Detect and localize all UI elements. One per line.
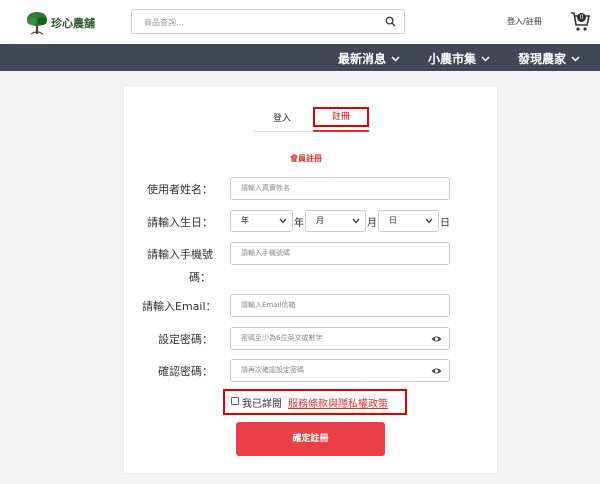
eye-icon[interactable] <box>431 335 442 343</box>
nav-item-farmers[interactable]: 發現農家 <box>518 50 580 67</box>
terms-privacy-link[interactable]: 服務條款與隱私權政策 <box>288 395 388 410</box>
day-unit: 日 <box>440 218 450 229</box>
tab-login[interactable]: 登入 <box>273 111 291 124</box>
nav-item-label: 最新消息 <box>338 52 387 66</box>
phone-label: 請輸入手機號 <box>147 248 213 261</box>
tree-logo-icon <box>27 12 47 35</box>
password-input[interactable]: 密碼至少為6位英文或數字 <box>230 327 450 350</box>
header: 珍心農舖 登入/註冊 0 <box>0 0 600 44</box>
phone-input[interactable]: 請輸入手機號碼 <box>230 242 450 265</box>
day-select[interactable]: 日 <box>378 210 439 232</box>
name-label: 使用者姓名： <box>147 183 213 196</box>
tab-register[interactable]: 註冊 <box>313 107 369 127</box>
form-title: 會員註冊 <box>290 154 322 163</box>
nav-item-news[interactable]: 最新消息 <box>338 50 400 67</box>
month-select-value: 月 <box>316 216 324 225</box>
agree-text: 我已詳閱 <box>242 399 282 410</box>
chevron-down-icon <box>279 218 287 224</box>
site-logo[interactable]: 珍心農舖 <box>26 10 96 36</box>
email-input[interactable]: 請輸入Email信箱 <box>230 294 450 317</box>
month-select[interactable]: 月 <box>305 210 366 232</box>
birthday-label: 請輸入生日： <box>147 216 213 229</box>
chevron-down-icon <box>391 55 400 62</box>
register-card <box>123 85 498 474</box>
eye-icon[interactable] <box>431 367 442 375</box>
chevron-down-icon <box>425 218 433 224</box>
phone-label-continued: 碼： <box>189 271 211 284</box>
tab-active-indicator <box>313 130 369 132</box>
search-input[interactable] <box>132 11 372 34</box>
search-bar <box>131 9 405 34</box>
password-label: 設定密碼： <box>158 333 213 346</box>
year-unit: 年 <box>294 218 304 229</box>
confirm-password-input[interactable]: 請再次確認設定密碼 <box>230 359 450 382</box>
cart-count-badge: 0 <box>577 13 586 22</box>
year-select[interactable]: 年 <box>230 210 293 232</box>
search-icon[interactable] <box>385 16 396 27</box>
main-nav: 最新消息 小農市集 發現農家 <box>0 44 600 71</box>
year-select-value: 年 <box>241 216 249 225</box>
chevron-down-icon <box>481 55 490 62</box>
login-register-link[interactable]: 登入/註冊 <box>507 16 542 27</box>
day-select-value: 日 <box>389 216 397 225</box>
nav-item-label: 小農市集 <box>428 52 477 66</box>
month-unit: 月 <box>367 218 377 229</box>
nav-item-label: 發現農家 <box>518 52 567 66</box>
chevron-down-icon <box>352 218 360 224</box>
logo-text: 珍心農舖 <box>51 17 95 30</box>
email-label: 請輸入Email： <box>142 300 217 313</box>
nav-item-market[interactable]: 小農市集 <box>428 50 490 67</box>
confirm-password-label: 確認密碼： <box>158 365 213 378</box>
chevron-down-icon <box>571 55 580 62</box>
agree-checkbox[interactable] <box>231 397 239 405</box>
submit-register-button[interactable]: 確定註冊 <box>236 422 385 456</box>
name-input[interactable]: 請輸入真實姓名 <box>230 177 450 200</box>
